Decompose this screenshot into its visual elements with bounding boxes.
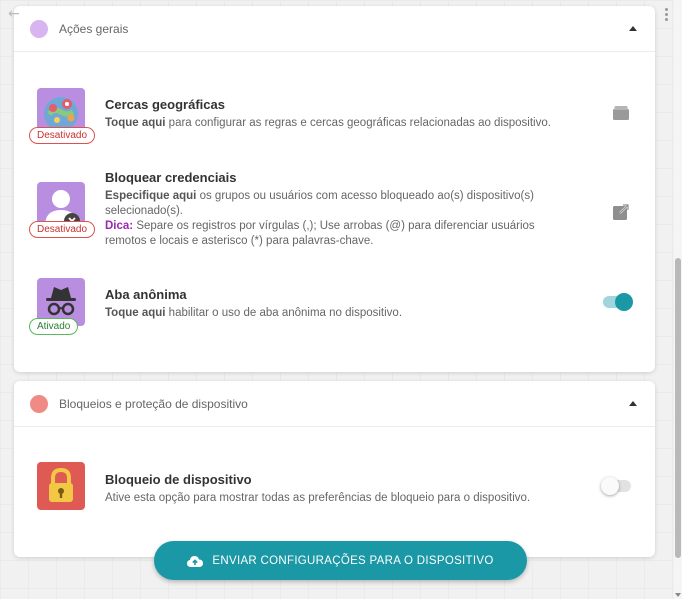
status-badge: Desativado <box>29 127 96 144</box>
device-protection-header[interactable]: Bloqueios e proteção de dispositivo <box>14 381 655 427</box>
device-lock-toggle[interactable] <box>601 477 631 495</box>
toggle-knob[interactable] <box>601 477 619 495</box>
device-protection-card: Bloqueios e proteção de dispositivo Bloq… <box>14 381 655 557</box>
send-settings-button[interactable]: ENVIAR CONFIGURAÇÕES PARA O DISPOSITIVO <box>154 541 527 580</box>
general-actions-card: Ações gerais Desativado Cercas geográfic… <box>14 6 655 372</box>
tap-here-link[interactable]: Toque aqui <box>105 307 165 319</box>
toggle-knob[interactable] <box>615 293 633 311</box>
send-button-label: ENVIAR CONFIGURAÇÕES PARA O DISPOSITIVO <box>212 554 494 567</box>
cloud-upload-icon <box>187 555 204 567</box>
item-description: Ative esta opção para mostrar todas as p… <box>105 492 531 504</box>
folder-icon[interactable] <box>613 106 629 125</box>
incognito-tab-item: Ativado Aba anônima Toque aqui habilitar… <box>14 278 655 338</box>
incognito-toggle[interactable] <box>603 293 633 311</box>
padlock-icon <box>37 462 85 510</box>
tip-label: Dica: <box>105 220 134 232</box>
scroll-down-arrow-icon[interactable] <box>675 593 681 597</box>
section-dot-icon <box>30 19 48 38</box>
item-title: Cercas geográficas <box>105 97 225 112</box>
status-badge: Desativado <box>29 221 96 238</box>
item-title: Aba anônima <box>105 287 187 302</box>
section-title: Ações gerais <box>59 21 129 36</box>
block-credentials-item: Desativado Bloquear credenciais Especifi… <box>14 170 655 260</box>
external-link-icon[interactable] <box>613 204 629 225</box>
section-title: Bloqueios e proteção de dispositivo <box>59 396 248 411</box>
back-arrow-icon[interactable]: ← <box>8 6 20 22</box>
collapse-caret-icon[interactable] <box>629 401 637 406</box>
item-description: Especifique aqui os grupos ou usuários c… <box>105 190 535 247</box>
geofence-item: Desativado Cercas geográficas Toque aqui… <box>14 88 655 148</box>
scrollbar-thumb[interactable] <box>675 258 681 558</box>
general-actions-header[interactable]: Ações gerais <box>14 6 655 52</box>
item-description: Toque aqui para configurar as regras e c… <box>105 117 551 129</box>
section-dot-icon <box>30 394 48 413</box>
status-badge: Ativado <box>29 318 79 335</box>
tap-here-link[interactable]: Toque aqui <box>105 117 165 129</box>
item-title: Bloqueio de dispositivo <box>105 472 252 487</box>
item-title: Bloquear credenciais <box>105 170 237 185</box>
collapse-caret-icon[interactable] <box>629 26 637 31</box>
device-lock-item: Bloqueio de dispositivo Ative esta opção… <box>14 462 655 512</box>
item-description: Toque aqui habilitar o uso de aba anônim… <box>105 307 403 319</box>
specify-here-link[interactable]: Especifique aqui <box>105 190 196 202</box>
more-options-icon[interactable] <box>665 8 668 21</box>
